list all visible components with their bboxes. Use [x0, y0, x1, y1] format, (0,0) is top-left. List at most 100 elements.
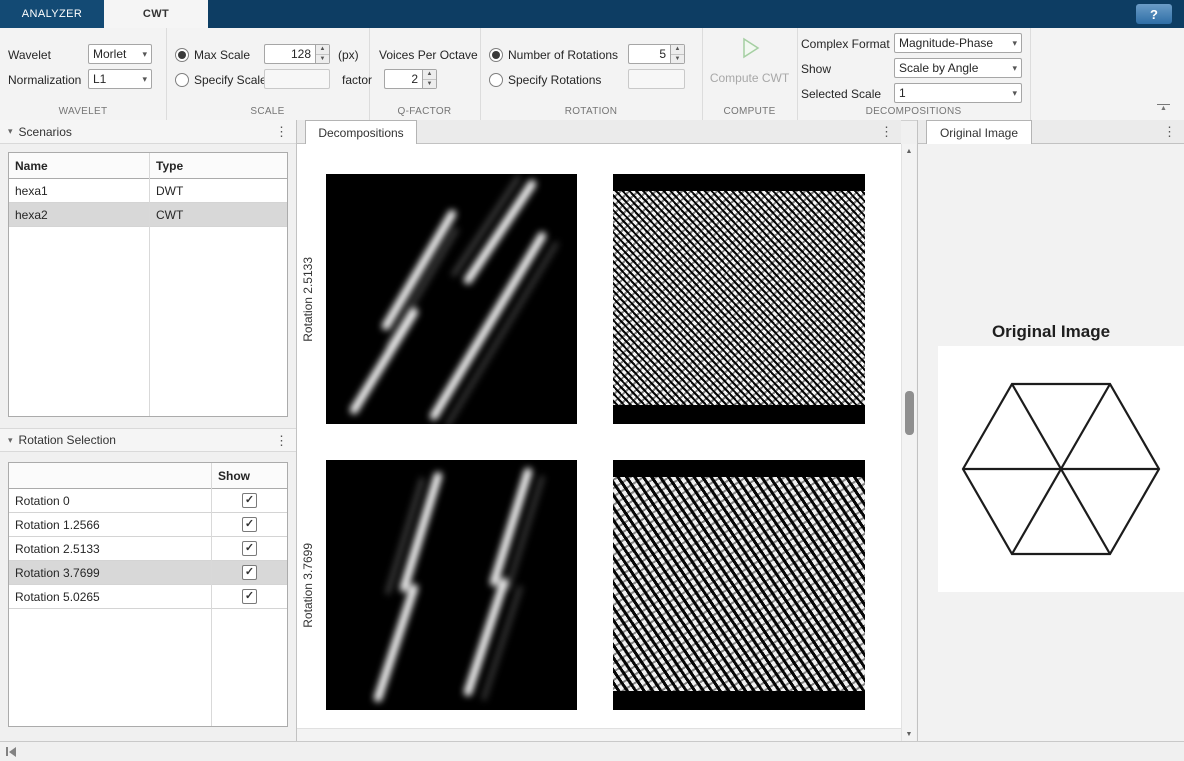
check-icon: ✓: [245, 519, 254, 530]
show-checkbox[interactable]: ✓: [242, 493, 257, 508]
specify-rotations-label: Specify Rotations: [508, 73, 601, 87]
chevron-down-icon: ▾: [142, 74, 147, 85]
menu-dots-icon[interactable]: ⋮: [1163, 125, 1176, 138]
max-scale-spinner[interactable]: 128 ▲ ▼: [264, 44, 330, 64]
table-row-rotation-0[interactable]: Rotation 0 ✓: [9, 489, 287, 513]
radio-unselected-icon: [489, 73, 503, 87]
chevron-down-icon: ▾: [142, 49, 147, 60]
compute-cwt-button[interactable]: Compute CWT: [702, 36, 797, 85]
number-of-rotations-spinner[interactable]: 5 ▲ ▼: [628, 44, 685, 64]
scroll-down-icon[interactable]: ▼: [902, 727, 916, 741]
max-scale-radio[interactable]: Max Scale: [175, 45, 250, 65]
phase-image-rotation-3-7699: [613, 460, 865, 710]
collapse-panel-icon[interactable]: ▾: [8, 435, 13, 446]
tab-cwt[interactable]: CWT: [104, 0, 208, 28]
show-dropdown[interactable]: Scale by Angle ▾: [894, 58, 1022, 78]
number-of-rotations-label: Number of Rotations: [508, 48, 618, 62]
menu-dots-icon[interactable]: ⋮: [275, 125, 288, 138]
complex-format-dropdown[interactable]: Magnitude-Phase ▾: [894, 33, 1022, 53]
rotation-label: Rotation 3.7699: [9, 561, 211, 584]
menu-dots-icon[interactable]: ⋮: [275, 434, 288, 447]
column-header-name[interactable]: Name: [9, 153, 149, 178]
row-label-rotation-3-7699: Rotation 3.7699: [300, 460, 316, 710]
specify-rotations-radio[interactable]: Specify Rotations: [489, 70, 601, 90]
collapse-panel-icon[interactable]: ▾: [8, 126, 13, 137]
decompositions-panel: Decompositions ⋮ Rotation 2.5133: [297, 120, 901, 741]
scrollbar-thumb[interactable]: [905, 391, 914, 435]
table-row-rotation-2-5133[interactable]: Rotation 2.5133 ✓: [9, 537, 287, 561]
original-image-content: Original Image: [918, 144, 1184, 741]
section-wavelet: Wavelet Morlet ▾ Normalization L1 ▾ WAVE…: [0, 28, 167, 120]
spinner-down-icon[interactable]: ▼: [671, 55, 684, 64]
chevron-down-icon: ▾: [1012, 38, 1017, 49]
check-icon: ✓: [245, 591, 254, 602]
show-checkbox[interactable]: ✓: [242, 565, 257, 580]
table-row-rotation-3-7699[interactable]: Rotation 3.7699 ✓: [9, 561, 287, 585]
column-header-blank: [9, 463, 211, 488]
show-checkbox[interactable]: ✓: [242, 517, 257, 532]
table-row-hexa2[interactable]: hexa2 CWT: [9, 203, 287, 227]
original-image-title: Original Image: [918, 322, 1184, 342]
table-row-rotation-1-2566[interactable]: Rotation 1.2566 ✓: [9, 513, 287, 537]
specify-scales-radio[interactable]: Specify Scales: [175, 70, 273, 90]
collapse-toolstrip-icon[interactable]: ▲: [1157, 104, 1170, 112]
show-checkbox[interactable]: ✓: [242, 541, 257, 556]
tab-original-image[interactable]: Original Image: [926, 120, 1032, 144]
chevron-down-icon: ▾: [1012, 88, 1017, 99]
check-icon: ✓: [245, 495, 254, 506]
wavelet-dropdown[interactable]: Morlet ▾: [88, 44, 152, 64]
specify-scales-input[interactable]: [264, 69, 330, 89]
section-label-compute: COMPUTE: [702, 106, 797, 117]
table-row-rotation-5-0265[interactable]: Rotation 5.0265 ✓: [9, 585, 287, 609]
radio-selected-icon: [489, 48, 503, 62]
spinner-up-icon[interactable]: ▲: [316, 45, 329, 55]
max-scale-value: 128: [264, 44, 315, 64]
rotation-table-header: Show: [9, 463, 287, 489]
rotation-label: Rotation 1.2566: [9, 513, 211, 536]
scenarios-table-header: Name Type: [9, 153, 287, 179]
spinner-up-icon[interactable]: ▲: [423, 70, 436, 80]
check-icon: ✓: [245, 567, 254, 578]
row-label-rotation-2-5133: Rotation 2.5133: [300, 174, 316, 424]
selected-scale-label: Selected Scale: [801, 87, 881, 101]
scroll-up-icon[interactable]: ▲: [902, 144, 916, 158]
show-cell: ✓: [211, 561, 287, 584]
show-cell: ✓: [211, 489, 287, 512]
normalization-dropdown[interactable]: L1 ▾: [88, 69, 152, 89]
section-label-scale: SCALE: [166, 106, 369, 117]
help-icon[interactable]: ?: [1136, 4, 1172, 24]
spinner-down-icon[interactable]: ▼: [423, 80, 436, 89]
scenarios-panel-header[interactable]: ▾ Scenarios ⋮: [0, 120, 296, 144]
hexagon-image: [938, 346, 1184, 592]
tab-analyzer[interactable]: ANALYZER: [0, 0, 104, 28]
spinner-down-icon[interactable]: ▼: [316, 55, 329, 64]
menu-dots-icon[interactable]: ⋮: [880, 125, 893, 138]
section-label-qfactor: Q-FACTOR: [369, 106, 480, 117]
show-cell: ✓: [211, 537, 287, 560]
show-checkbox[interactable]: ✓: [242, 589, 257, 604]
left-panel: ▾ Scenarios ⋮ Name Type hexa1 DWT hexa2 …: [0, 120, 296, 741]
toolstrip: Wavelet Morlet ▾ Normalization L1 ▾ WAVE…: [0, 28, 1184, 121]
rotation-selection-panel-header[interactable]: ▾ Rotation Selection ⋮: [0, 428, 296, 452]
horizontal-scrollbar-track[interactable]: [297, 728, 901, 741]
titlebar: ANALYZER CWT ?: [0, 0, 1184, 28]
scenario-name: hexa1: [9, 179, 149, 202]
scenario-type: CWT: [149, 203, 287, 226]
original-image: [938, 346, 1184, 592]
spinner-up-icon[interactable]: ▲: [671, 45, 684, 55]
tab-decompositions[interactable]: Decompositions: [305, 120, 417, 144]
show-cell: ✓: [211, 585, 287, 608]
selected-scale-dropdown[interactable]: 1 ▾: [894, 83, 1022, 103]
voices-per-octave-spinner[interactable]: 2 ▲ ▼: [384, 69, 437, 89]
vertical-scrollbar[interactable]: ▲ ▼: [901, 144, 916, 741]
status-bar: [0, 741, 1184, 761]
voices-per-octave-label: Voices Per Octave: [379, 48, 478, 62]
column-header-type[interactable]: Type: [149, 153, 287, 178]
collapse-statusbar-icon[interactable]: [6, 747, 16, 757]
specify-rotations-input[interactable]: [628, 69, 685, 89]
number-of-rotations-radio[interactable]: Number of Rotations: [489, 45, 618, 65]
table-row-hexa1[interactable]: hexa1 DWT: [9, 179, 287, 203]
column-header-show[interactable]: Show: [211, 463, 287, 488]
play-icon: [738, 36, 762, 60]
section-label-wavelet: WAVELET: [0, 106, 166, 117]
